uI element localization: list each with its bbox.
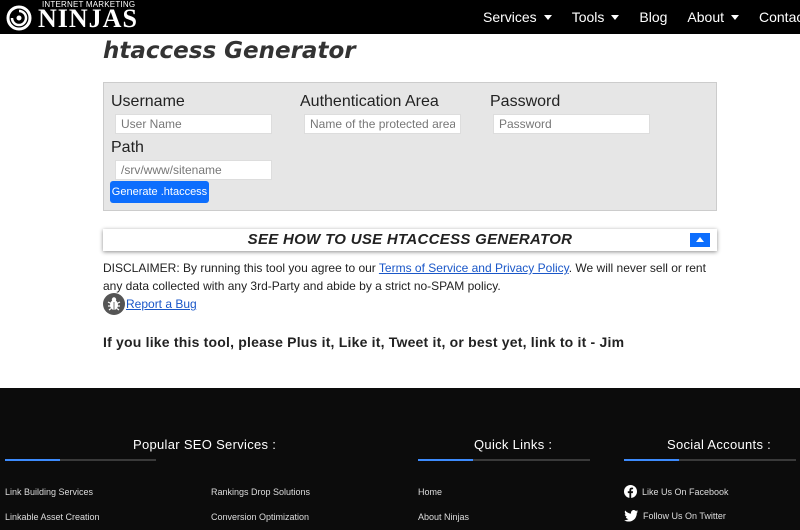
footer-link-linkable-asset[interactable]: Linkable Asset Creation <box>5 512 100 522</box>
nav-tools[interactable]: Tools <box>572 9 620 25</box>
auth-area-label: Authentication Area <box>300 93 439 110</box>
nav-contact[interactable]: Contact <box>759 9 800 25</box>
divider-accent <box>418 459 473 461</box>
bug-icon <box>103 293 125 315</box>
footer-link-conversion[interactable]: Conversion Optimization <box>211 512 309 522</box>
generate-htaccess-button[interactable]: Generate .htaccess <box>110 181 209 203</box>
how-to-accordion[interactable]: SEE HOW TO USE HTACCESS GENERATOR <box>103 229 717 251</box>
auth-area-input[interactable] <box>304 114 461 134</box>
path-input[interactable] <box>115 160 272 180</box>
brand-name: NINJAS <box>38 4 138 33</box>
nav-about-label: About <box>687 9 724 25</box>
disclaimer-text: DISCLAIMER: By running this tool you agr… <box>103 259 723 295</box>
report-bug-row: Report a Bug <box>103 293 197 315</box>
nav-contact-label: Contact <box>759 9 800 25</box>
main-nav: Services Tools Blog About Contact <box>483 0 800 34</box>
chevron-up-icon <box>696 237 704 242</box>
twitter-icon <box>624 510 638 522</box>
username-label: Username <box>111 93 185 110</box>
top-navbar: INTERNET MARKETING NINJAS Services Tools… <box>0 0 800 34</box>
disclaimer-prefix: DISCLAIMER: By running this tool you agr… <box>103 261 379 275</box>
social-divider <box>624 459 796 461</box>
chevron-down-icon <box>611 14 620 20</box>
facebook-label: Like Us On Facebook <box>642 486 729 497</box>
nav-blog[interactable]: Blog <box>639 9 667 25</box>
facebook-link[interactable]: Like Us On Facebook <box>624 485 729 498</box>
social-accounts-heading: Social Accounts : <box>667 437 772 452</box>
ninja-spiral-icon <box>6 5 32 31</box>
nav-services[interactable]: Services <box>483 9 552 25</box>
footer-link-about-ninjas[interactable]: About Ninjas <box>418 512 469 522</box>
footer-link-link-building[interactable]: Link Building Services <box>5 487 93 497</box>
nav-services-label: Services <box>483 9 537 25</box>
site-footer: Popular SEO Services : Link Building Ser… <box>0 388 800 530</box>
facebook-icon <box>624 485 637 498</box>
popular-divider <box>5 459 156 461</box>
quick-links-divider <box>418 459 590 461</box>
report-bug-link[interactable]: Report a Bug <box>126 297 197 311</box>
brand-logo[interactable]: INTERNET MARKETING NINJAS <box>4 0 137 34</box>
password-label: Password <box>490 93 561 110</box>
path-label: Path <box>111 139 144 156</box>
page-title: htaccess Generator <box>103 38 356 64</box>
twitter-link[interactable]: Follow Us On Twitter <box>624 510 726 522</box>
divider-accent <box>624 459 679 461</box>
divider-accent <box>5 459 60 461</box>
htaccess-form: Username Authentication Area Password Pa… <box>103 82 717 211</box>
share-cta-text: If you like this tool, please Plus it, L… <box>103 334 625 350</box>
quick-links-heading: Quick Links : <box>474 437 553 452</box>
expand-toggle-button[interactable] <box>690 233 710 247</box>
password-input[interactable] <box>493 114 650 134</box>
how-to-label: SEE HOW TO USE HTACCESS GENERATOR <box>247 231 573 248</box>
username-input[interactable] <box>115 114 272 134</box>
nav-blog-label: Blog <box>639 9 668 25</box>
twitter-label: Follow Us On Twitter <box>643 511 726 521</box>
chevron-down-icon <box>731 14 739 20</box>
chevron-down-icon <box>543 14 552 20</box>
terms-privacy-link[interactable]: Terms of Service and Privacy Policy <box>379 261 569 275</box>
footer-link-home[interactable]: Home <box>418 487 442 497</box>
popular-services-heading: Popular SEO Services : <box>133 437 277 452</box>
footer-link-rankings-drop[interactable]: Rankings Drop Solutions <box>211 487 310 497</box>
nav-about[interactable]: About <box>687 9 739 25</box>
nav-tools-label: Tools <box>571 9 605 25</box>
